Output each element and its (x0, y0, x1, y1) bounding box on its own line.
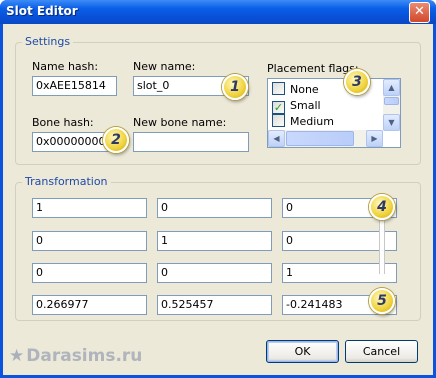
matrix-cell[interactable]: 0 (157, 263, 272, 283)
annotation-badge-4: 4 (369, 194, 395, 220)
annotation-badge-2: 2 (103, 127, 129, 153)
name-hash-label: Name hash: (32, 60, 99, 73)
transformation-legend: Transformation (22, 175, 111, 188)
matrix-cell[interactable]: 0 (32, 231, 147, 251)
flag-checkbox-small[interactable]: ✓ (272, 101, 285, 114)
matrix-cell[interactable]: 1 (157, 231, 272, 251)
dialog-body: Settings Name hash: 0xAEE15814 New name:… (3, 24, 433, 375)
scroll-up-icon[interactable]: ▲ (383, 79, 400, 96)
settings-legend: Settings (22, 35, 74, 48)
annotation-connector (379, 212, 385, 274)
matrix-cell[interactable]: 0 (157, 198, 272, 218)
placement-flags-listbox[interactable]: None ✓ Small Medium ▲ ▼ ◀ ▶ (267, 78, 401, 148)
flag-item-medium[interactable]: Medium (272, 114, 334, 130)
close-button[interactable]: ✕ (409, 2, 430, 23)
annotation-badge-1: 1 (222, 74, 248, 100)
matrix-cell[interactable]: 1 (32, 198, 147, 218)
scroll-right-icon[interactable]: ▶ (366, 130, 383, 147)
new-name-label: New name: (133, 60, 196, 73)
scroll-down-icon[interactable]: ▼ (383, 114, 400, 131)
watermark-text: Darasims.ru (26, 346, 143, 366)
title-bar[interactable]: Slot Editor ✕ (0, 0, 436, 24)
new-bone-name-field[interactable] (133, 132, 249, 152)
flag-label-medium: Medium (290, 115, 334, 128)
flag-item-none[interactable]: None (272, 82, 319, 98)
flag-checkbox-medium[interactable] (272, 114, 285, 127)
horizontal-scroll-thumb[interactable] (286, 131, 354, 146)
settings-group: Settings Name hash: 0xAEE15814 New name:… (15, 35, 421, 165)
slot-editor-window: Slot Editor ✕ Settings Name hash: 0xAEE1… (0, 0, 436, 378)
flag-label-small: Small (290, 99, 321, 112)
flag-checkbox-none[interactable] (272, 82, 285, 95)
flag-label-none: None (290, 83, 319, 96)
name-hash-field[interactable]: 0xAEE15814 (32, 76, 117, 96)
flag-item-small[interactable]: ✓ Small (272, 98, 321, 114)
translation-cell-y[interactable]: 0.525457 (157, 295, 272, 315)
cancel-button[interactable]: Cancel (345, 340, 418, 363)
flags-vertical-scrollbar[interactable]: ▲ ▼ (383, 79, 400, 131)
matrix-cell[interactable]: 0 (32, 263, 147, 283)
window-title: Slot Editor (6, 4, 78, 18)
transformation-group: Transformation 1 0 0 0 1 0 0 0 1 0.26697… (15, 175, 421, 321)
ok-button[interactable]: OK (266, 340, 339, 363)
new-bone-name-label: New bone name: (133, 116, 227, 129)
star-icon: ★ (9, 346, 25, 366)
scroll-left-icon[interactable]: ◀ (268, 130, 285, 147)
flags-horizontal-scrollbar[interactable]: ◀ ▶ (268, 130, 383, 147)
vertical-scroll-thumb[interactable] (384, 97, 399, 105)
translation-cell-x[interactable]: 0.266977 (32, 295, 147, 315)
bone-hash-label: Bone hash: (32, 116, 94, 129)
placement-flags-label: Placement flags: (267, 62, 359, 75)
annotation-badge-3: 3 (344, 69, 370, 95)
annotation-badge-5: 5 (369, 288, 395, 314)
watermark: ★ Darasims.ru (9, 346, 142, 366)
close-icon: ✕ (414, 4, 425, 19)
